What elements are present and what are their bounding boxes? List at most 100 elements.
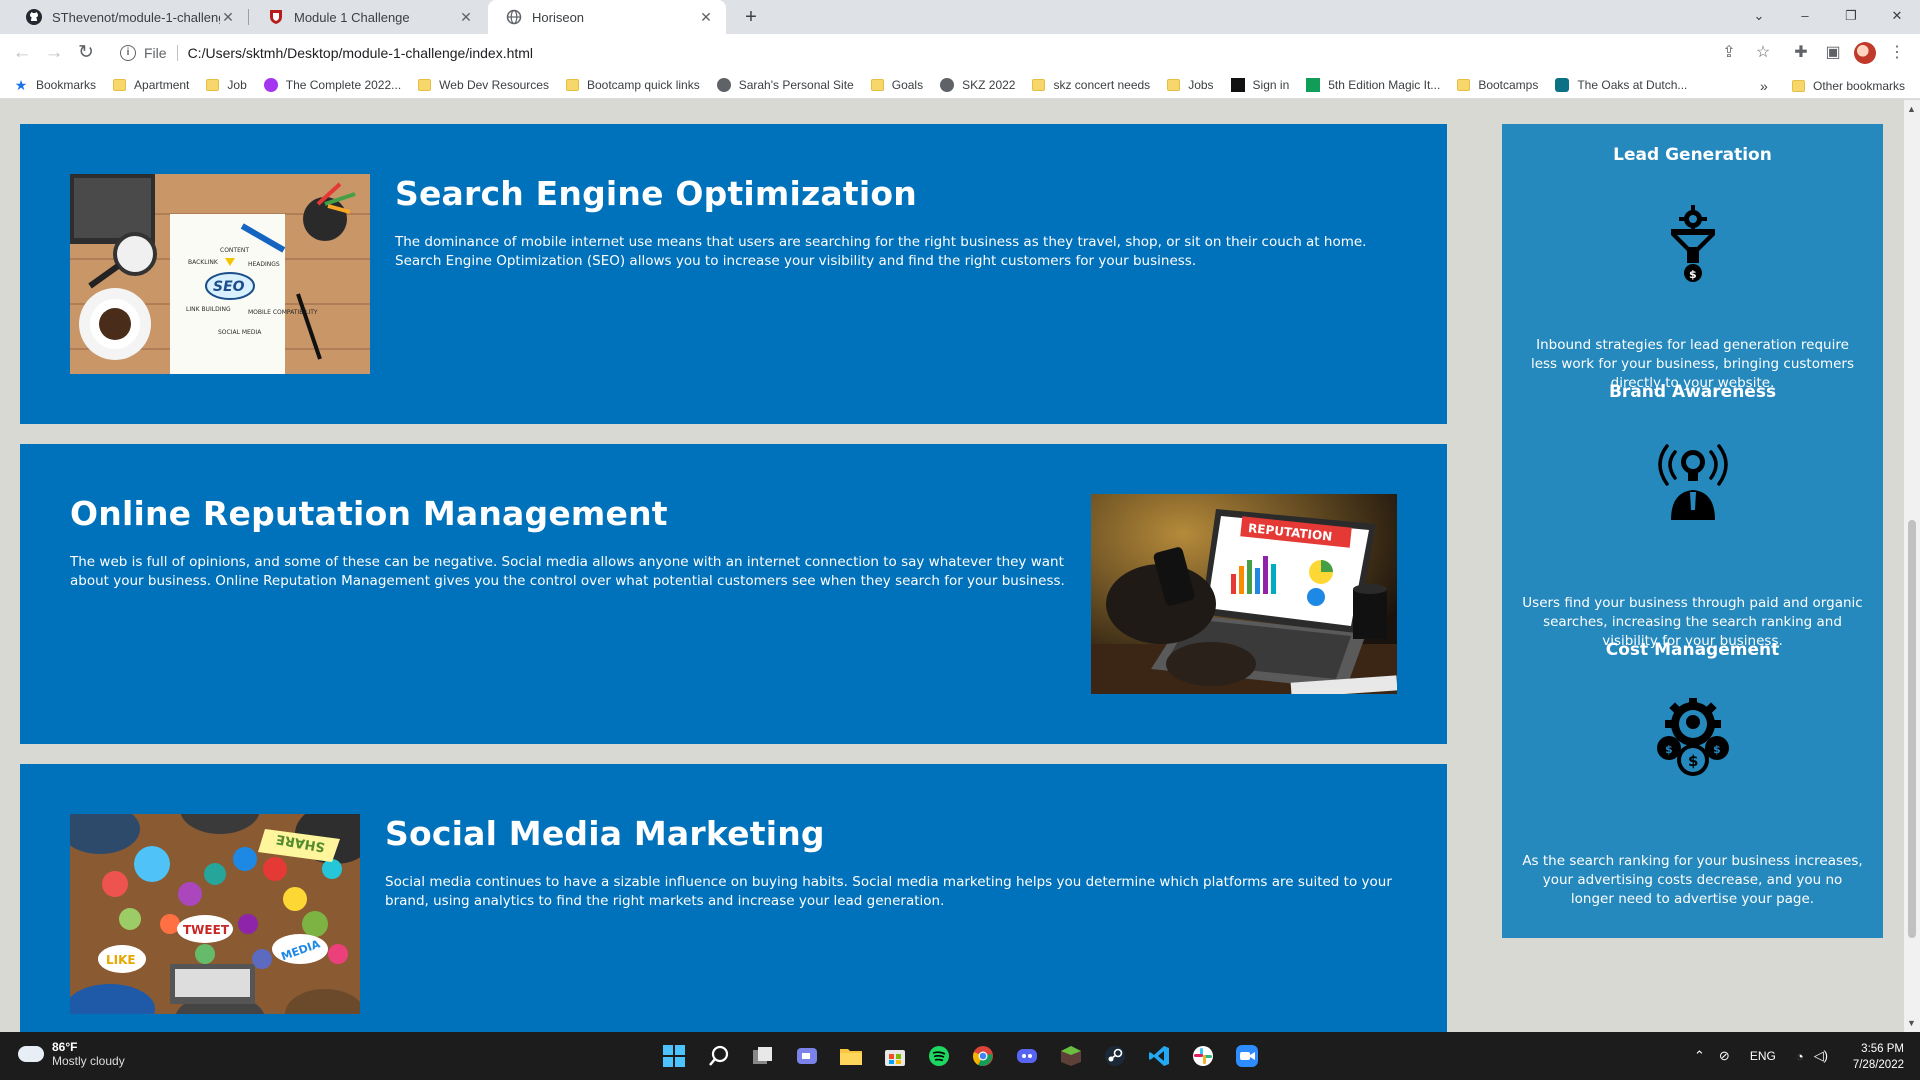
browser-toolbar: ← → ↻ i File C:/Users/sktmh/Desktop/modu… [0,34,1920,72]
benefit-cost-management: Cost Management $ $ $ As the search rank… [1502,640,1883,907]
tab-module-1-challenge[interactable]: Module 1 Challenge ✕ [250,0,486,34]
seo-word-seo: SEO [213,279,245,295]
bookmark-label: Bookmarks [36,78,97,92]
social-word-like: LIKE [106,953,136,967]
bookmark-label: Goals [891,78,924,92]
bookmark-item[interactable]: The Complete 2022... [263,78,401,92]
spotify-icon[interactable] [924,1041,954,1071]
bookmark-item[interactable]: Job [206,78,247,92]
info-icon[interactable]: i [120,45,136,61]
close-icon[interactable]: ✕ [220,9,236,26]
side-panel-icon[interactable]: ▣ [1822,42,1844,64]
task-view-icon[interactable] [748,1041,778,1071]
other-bookmarks[interactable]: Other bookmarks [1792,72,1905,99]
shield-icon [268,9,284,25]
language-indicator[interactable]: ENG [1750,1049,1776,1063]
bookmark-item[interactable]: Sarah's Personal Site [716,78,854,92]
bookmark-label: Apartment [134,78,190,92]
address-url[interactable]: C:/Users/sktmh/Desktop/module-1-challeng… [188,45,533,61]
bookmark-star-icon[interactable]: ☆ [1752,42,1774,64]
start-icon[interactable] [659,1041,689,1071]
benefit-text: As the search ranking for your business … [1522,853,1863,907]
bookmark-label: Sign in [1252,78,1290,92]
chevron-up-icon[interactable]: ⌃ [1694,1048,1705,1064]
new-tab-button[interactable]: + [738,4,764,30]
bookmark-item[interactable]: Bootcamps [1457,78,1538,92]
minimize-button[interactable]: – [1782,0,1828,34]
star-icon: ★ [14,77,28,93]
bookmark-item[interactable]: skz concert needs [1032,78,1150,92]
vertical-scrollbar[interactable]: ▲ ▼ [1904,100,1920,1032]
reload-button[interactable]: ↻ [72,39,100,67]
benefit-title: Cost Management [1605,640,1780,660]
teams-chat-icon[interactable] [792,1041,822,1071]
steam-icon[interactable] [1100,1041,1130,1071]
wifi-icon[interactable]: ◔ [1796,1049,1804,1064]
seo-word-social: SOCIAL MEDIA [218,329,262,336]
bookmark-item[interactable]: Sign in [1230,78,1290,92]
github-icon [26,9,42,25]
search-icon[interactable] [704,1041,734,1071]
clock-time: 3:56 PM [1861,1043,1904,1055]
bookmark-label: The Oaks at Dutch... [1577,78,1688,92]
funnel-icon: $ [1653,205,1733,285]
volume-icon[interactable]: ◁) [1814,1048,1828,1064]
gear-coins-icon: $ $ $ [1653,698,1733,778]
seo-word-mobile: MOBILE COMPATIBILITY [248,309,318,316]
folder-icon [1032,79,1046,91]
minecraft-icon[interactable] [1056,1041,1086,1071]
share-icon[interactable]: ⇪ [1718,42,1740,64]
file-explorer-icon[interactable] [836,1041,866,1071]
tab-search-chevron-icon[interactable]: ⌄ [1736,0,1782,34]
store-icon[interactable] [880,1041,910,1071]
discord-icon[interactable] [1012,1041,1042,1071]
bookmark-item[interactable]: 5th Edition Magic It... [1306,78,1440,92]
tab-horiseon[interactable]: Horiseon ✕ [488,0,726,34]
zoom-icon[interactable] [1232,1041,1262,1071]
close-window-button[interactable]: ✕ [1874,0,1920,34]
social-media-image: SHARE TWEET LIKE MEDIA [70,814,360,1014]
forward-button[interactable]: → [40,39,68,67]
folder-icon [1457,79,1471,91]
svg-text:$: $ [1713,743,1721,756]
bookmarks-overflow-button[interactable]: » [1760,78,1768,94]
restore-button[interactable]: ❐ [1828,0,1874,34]
bookmark-item[interactable]: Bootcamp quick links [565,78,700,92]
address-bar[interactable]: i File C:/Users/sktmh/Desktop/module-1-c… [110,38,1790,68]
clock[interactable]: 3:56 PM 7/28/2022 [1840,1041,1904,1073]
bookmark-item[interactable]: ★ Bookmarks [14,78,96,92]
bookmark-item[interactable]: Goals [870,78,924,92]
scroll-down-arrow-icon[interactable]: ▼ [1907,1018,1916,1028]
benefit-title: Lead Generation [1613,145,1772,165]
seo-word-headings: HEADINGS [248,261,280,268]
folder-icon [565,79,579,91]
profile-avatar[interactable] [1854,42,1876,64]
globe-icon [940,78,955,92]
svg-text:$: $ [1688,752,1698,770]
bookmark-item[interactable]: The Oaks at Dutch... [1555,78,1687,92]
close-icon[interactable]: ✕ [698,9,714,26]
scrollbar-thumb[interactable] [1908,520,1916,938]
close-icon[interactable]: ✕ [458,9,474,26]
network-disabled-icon[interactable]: ⊘ [1719,1048,1730,1064]
back-button[interactable]: ← [8,39,36,67]
slack-icon[interactable] [1188,1041,1218,1071]
bookmark-item[interactable]: SKZ 2022 [940,78,1015,92]
weather-widget[interactable]: 86°F Mostly cloudy [14,1040,125,1068]
lightbulb-broadcast-icon [1653,440,1733,520]
bookmark-label: 5th Edition Magic It... [1328,78,1441,92]
bookmark-item[interactable]: Jobs [1167,78,1214,92]
vscode-icon[interactable] [1144,1041,1174,1071]
chrome-icon[interactable] [968,1041,998,1071]
card-title: Online Reputation Management [70,494,668,533]
bookmark-item[interactable]: Web Dev Resources [418,78,549,92]
seo-word-content: CONTENT [220,247,249,254]
tab-strip: SThevenot/module-1-challenge ✕ Module 1 … [0,0,1920,34]
menu-kebab-icon[interactable]: ⋮ [1886,42,1908,64]
bookmark-item[interactable]: Apartment [113,78,189,92]
scroll-up-arrow-icon[interactable]: ▲ [1907,104,1916,114]
extensions-icon[interactable]: ✚ [1790,42,1812,64]
svg-text:$: $ [1689,268,1697,281]
social-word-tweet: TWEET [183,923,230,937]
tab-github[interactable]: SThevenot/module-1-challenge ✕ [8,0,248,34]
